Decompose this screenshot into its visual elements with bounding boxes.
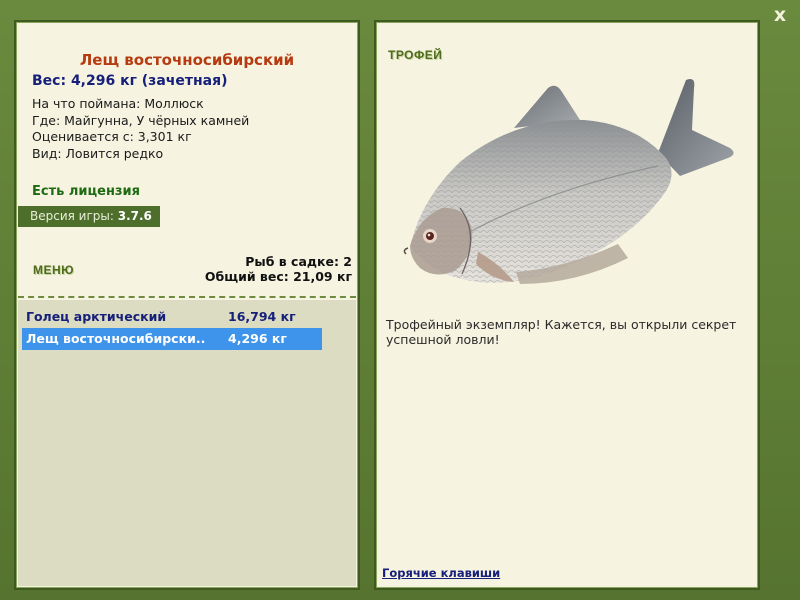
hotkeys-link[interactable]: Горячие клавиши (382, 566, 500, 580)
catch-list-item[interactable]: Голец арктический 16,794 кг (22, 306, 322, 328)
catch-name: Лещ восточносибирски... (26, 331, 206, 346)
fish-bait: На что поймана: Моллюск (32, 96, 204, 111)
keepnet-total-weight: Общий вес: 21,09 кг (204, 269, 352, 284)
fish-details: На что поймана: Моллюск Где: Майгунна, У… (32, 96, 249, 162)
catch-weight: 16,794 кг (228, 309, 296, 324)
divider (18, 296, 356, 298)
close-button[interactable]: x (769, 4, 791, 26)
catch-weight: 4,296 кг (228, 331, 287, 346)
trophy-panel: ТРОФЕЙ Трофейный экземпляр! Кажется, вы … (374, 20, 760, 590)
fish-title: Лещ восточносибирский (79, 51, 295, 69)
bream-fish-image (403, 79, 734, 284)
version-label: Версия игры: (30, 209, 114, 223)
game-version-bar: Версия игры: 3.7.6 (18, 206, 160, 227)
catch-list-item-selected[interactable]: Лещ восточносибирски... 4,296 кг (22, 328, 322, 350)
fish-info-panel: Лещ восточносибирский Вес: 4,296 кг (зач… (14, 20, 360, 590)
license-status: Есть лицензия (32, 184, 140, 199)
menu-button[interactable]: МЕНЮ (33, 263, 74, 277)
trophy-description: Трофейный экземпляр! Кажется, вы открыли… (386, 317, 737, 347)
close-icon: x (773, 4, 787, 26)
keepnet-count: Рыб в садке: 2 (245, 254, 352, 269)
keepnet-stats: Рыб в садке: 2 Общий вес: 21,09 кг (205, 254, 352, 284)
fish-place: Где: Майгунна, У чёрных камней (32, 112, 250, 128)
fish-weight: Вес: 4,296 кг (зачетная) (32, 73, 228, 89)
catch-name: Голец арктический (26, 309, 167, 324)
catch-list: Голец арктический 16,794 кг Лещ восточно… (18, 300, 356, 586)
fish-kind: Вид: Ловится редко (32, 145, 164, 161)
fish-rated-from: Оценивается с: 3,301 кг (32, 129, 192, 144)
version-value: 3.7.6 (117, 209, 152, 223)
